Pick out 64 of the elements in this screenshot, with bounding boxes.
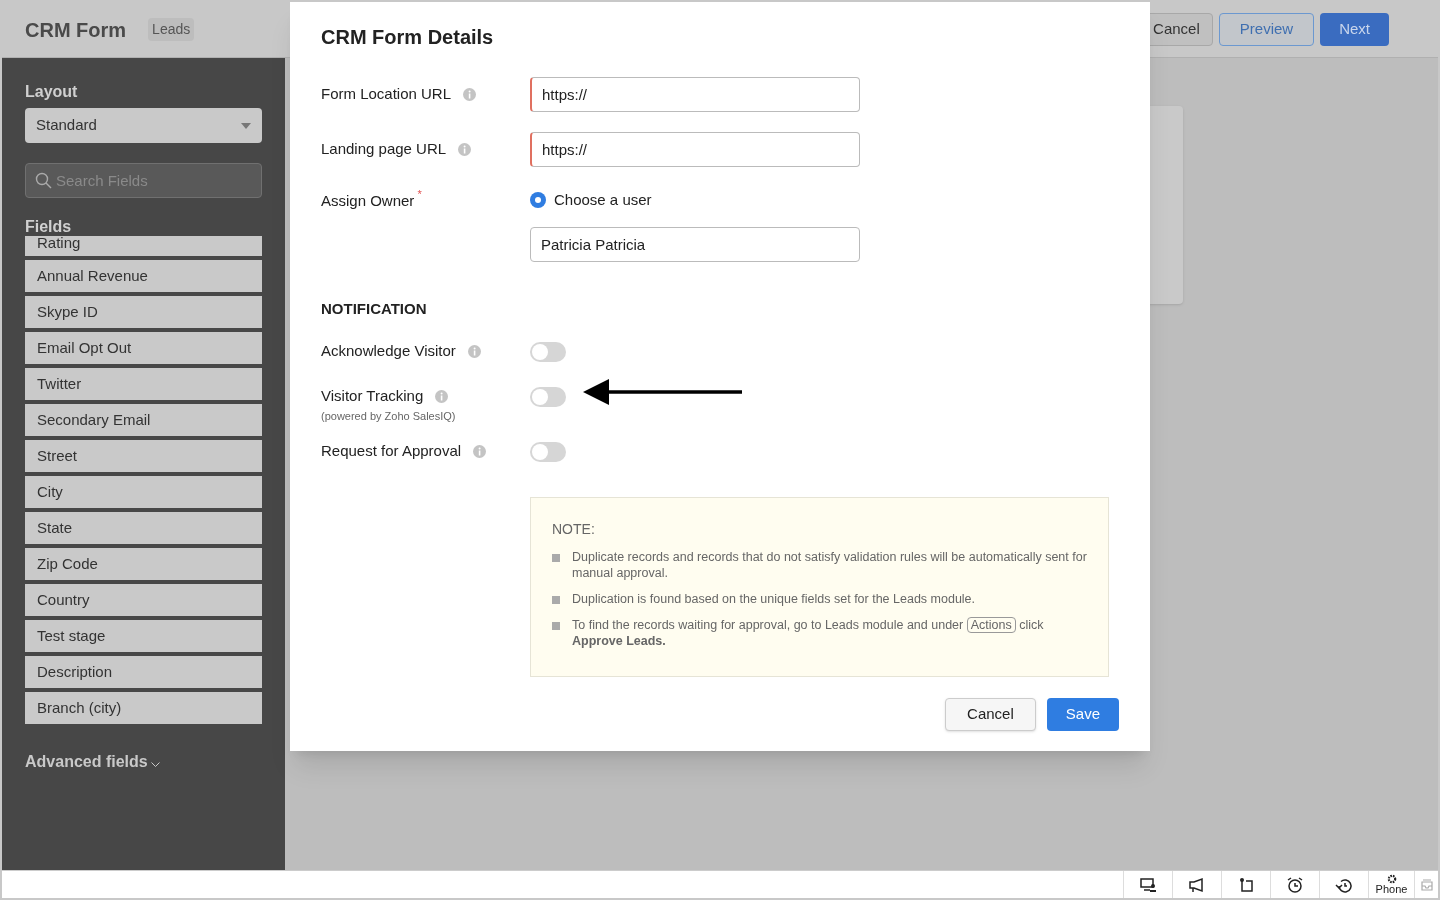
note-heading: NOTE: xyxy=(552,520,596,539)
advanced-fields-link[interactable]: Advanced fields xyxy=(25,750,148,774)
field-item[interactable]: Email Opt Out xyxy=(25,332,262,364)
field-item[interactable]: State xyxy=(25,512,262,544)
layout-dropdown[interactable]: Standard xyxy=(25,108,262,143)
search-icon xyxy=(35,172,52,189)
note-text: To find the records waiting for approval, go to Leads module and under Actions click Approve Leads. xyxy=(572,617,1045,649)
url-field[interactable]: https:// xyxy=(530,132,860,167)
field-item[interactable]: Twitter xyxy=(25,368,262,400)
toggle-label: Request for Approval xyxy=(321,441,462,461)
field-label: Assign Owner xyxy=(321,191,415,211)
toggle-switch[interactable] xyxy=(530,442,566,462)
chevron-down-icon xyxy=(150,762,160,768)
fields-label: Fields xyxy=(25,218,73,236)
megaphone-icon xyxy=(1188,875,1206,894)
field-item[interactable]: Zip Code xyxy=(25,548,262,580)
radio-button[interactable] xyxy=(530,192,546,209)
dialog-title: CRM Form Details xyxy=(321,25,495,50)
field-item[interactable]: City xyxy=(25,476,262,508)
cancel-button[interactable]: Cancel xyxy=(945,698,1036,731)
owner-field[interactable]: Patricia Patricia xyxy=(530,226,860,262)
dropdown-caret-icon xyxy=(241,122,251,129)
info-icon[interactable] xyxy=(435,389,449,403)
field-item[interactable]: Skype ID xyxy=(25,296,262,328)
field-item[interactable]: Branch (city) xyxy=(25,692,262,724)
info-icon[interactable] xyxy=(467,344,481,358)
toggle-switch[interactable] xyxy=(530,342,566,362)
radio-option[interactable]: Choose a user xyxy=(530,189,860,212)
note-text: Duplicate records and records that do not satisfy validation rules will be automatically sent for manual approval. xyxy=(572,549,1087,581)
field-item[interactable]: Country xyxy=(25,584,262,616)
bullet-icon xyxy=(552,622,560,630)
task-icon xyxy=(1237,875,1255,894)
tray-icon[interactable] xyxy=(1419,877,1434,892)
bullet-icon xyxy=(552,554,560,562)
monitor-user-icon xyxy=(1139,875,1157,894)
info-icon[interactable] xyxy=(473,444,487,458)
actions-button[interactable]: Actions xyxy=(966,617,1016,633)
field-item[interactable]: Annual Revenue xyxy=(25,260,262,292)
field-item[interactable]: Rating xyxy=(25,236,262,256)
field-item[interactable]: Street xyxy=(25,440,262,472)
save-button[interactable]: Save xyxy=(1046,698,1119,731)
next-button[interactable]: Next xyxy=(1320,13,1389,46)
field-item[interactable]: Description xyxy=(25,656,262,688)
toggle-note: (powered by Zoho SalesIQ) xyxy=(321,408,457,424)
field-label: Landing page URL xyxy=(321,139,447,160)
page-title: CRM Form xyxy=(25,17,127,43)
phone-button[interactable]: Phone xyxy=(1368,871,1414,898)
gear-icon xyxy=(1386,874,1397,884)
bullet-icon xyxy=(552,596,560,604)
note-text: Duplication is found based on the unique fields set for the Leads module. xyxy=(572,591,977,607)
field-label: Form Location URL xyxy=(321,84,452,105)
field-item[interactable]: Secondary Email xyxy=(25,404,262,436)
alarm-clock-icon xyxy=(1286,875,1304,894)
info-icon[interactable] xyxy=(458,143,472,156)
url-field[interactable]: https:// xyxy=(530,77,860,112)
field-item[interactable]: Test stage xyxy=(25,620,262,652)
toggle-label: Visitor Tracking xyxy=(321,386,424,406)
info-icon[interactable] xyxy=(463,88,477,101)
required-mark: * xyxy=(417,187,422,202)
layout-label: Layout xyxy=(25,82,79,102)
section-heading: NOTIFICATION xyxy=(321,298,428,319)
toggle-switch[interactable] xyxy=(530,387,566,407)
module-tag: Leads xyxy=(148,18,195,41)
toggle-label: Acknowledge Visitor xyxy=(321,341,456,361)
